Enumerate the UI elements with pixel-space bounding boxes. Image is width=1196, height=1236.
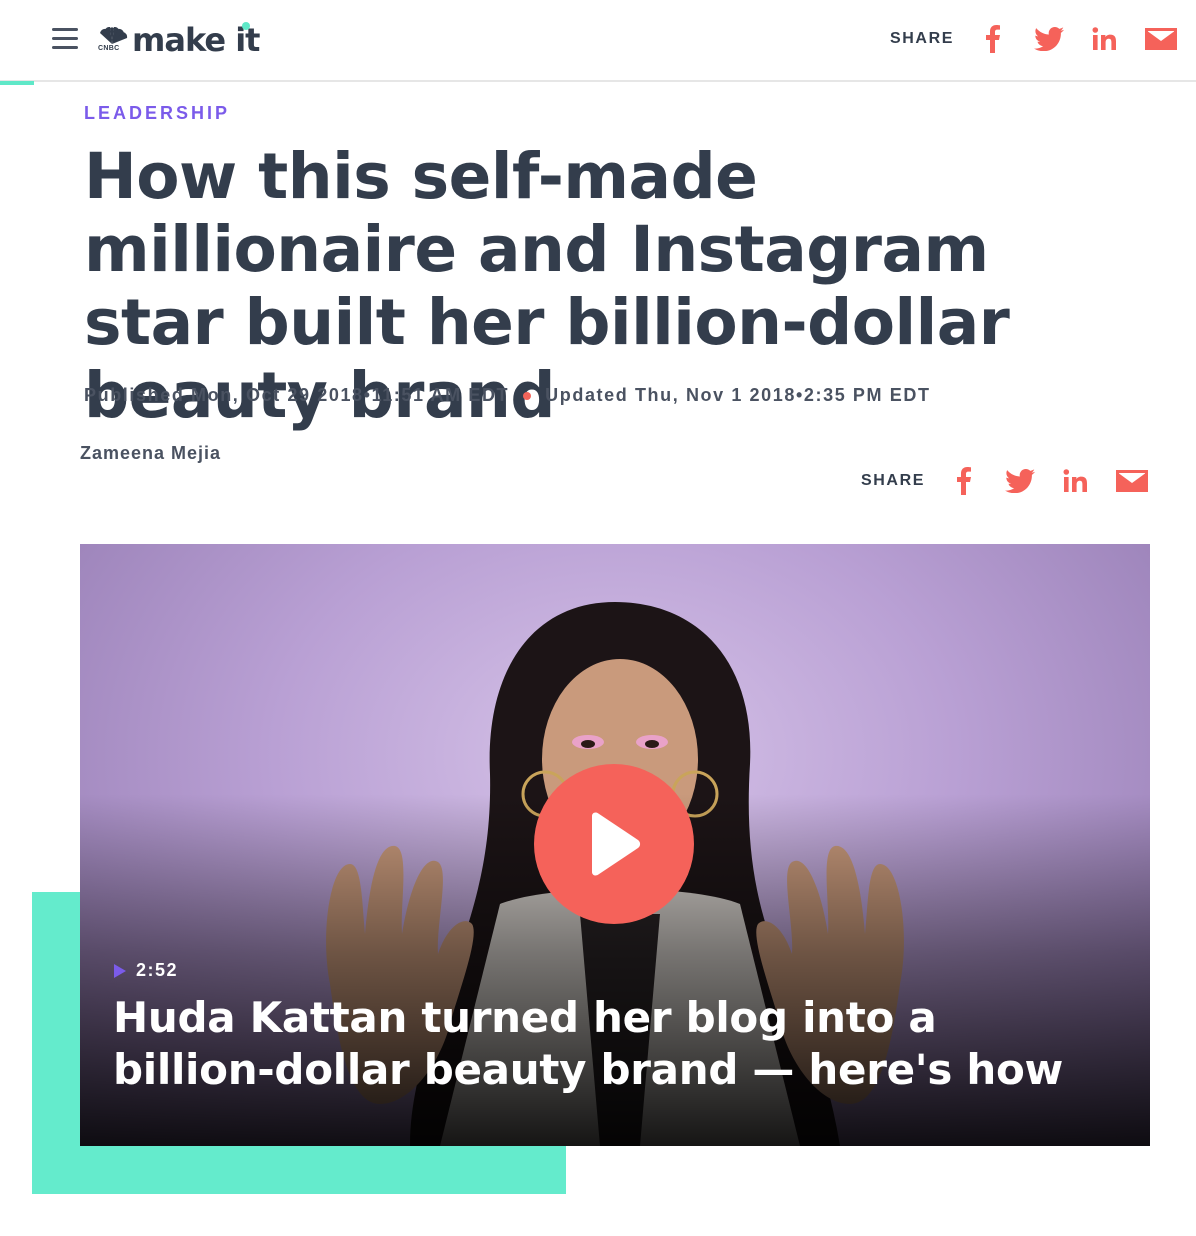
linkedin-icon[interactable]	[1059, 466, 1093, 496]
updated-date: Updated Thu, Nov 1 2018•2:35 PM EDT	[545, 385, 931, 405]
nbc-peacock-icon: CNBC	[96, 26, 128, 53]
nav-progress-accent	[0, 81, 34, 85]
article-dates: Published Mon, Oct 29 2018•11:51 AM EDT …	[84, 385, 931, 406]
top-nav-bar: CNBC make it SHARE	[0, 0, 1196, 82]
linkedin-icon[interactable]	[1088, 24, 1122, 54]
header-share-bar: SHARE	[890, 24, 1178, 54]
twitter-icon[interactable]	[1003, 466, 1037, 496]
hamburger-menu-icon[interactable]	[52, 28, 78, 50]
article-share-bar: SHARE	[861, 466, 1149, 496]
video-title[interactable]: Huda Kattan turned her blog into a billi…	[113, 992, 1073, 1096]
facebook-icon[interactable]	[947, 466, 981, 496]
video-player[interactable]: 2:52 Huda Kattan turned her blog into a …	[80, 544, 1150, 1146]
author-name[interactable]: Zameena Mejia	[80, 443, 221, 464]
cnbc-wordmark: CNBC	[98, 45, 120, 52]
play-button[interactable]	[534, 764, 694, 924]
date-separator-dot	[523, 391, 532, 400]
category-link[interactable]: LEADERSHIP	[84, 103, 230, 124]
share-label: SHARE	[861, 472, 926, 489]
email-icon[interactable]	[1115, 466, 1149, 496]
facebook-icon[interactable]	[976, 24, 1010, 54]
play-icon	[592, 812, 641, 876]
published-date: Published Mon, Oct 29 2018•11:51 AM EDT	[84, 385, 510, 405]
twitter-icon[interactable]	[1032, 24, 1066, 54]
email-icon[interactable]	[1144, 24, 1178, 54]
logo-dot	[242, 22, 250, 30]
duration-text: 2:52	[136, 960, 179, 980]
share-label: SHARE	[890, 30, 955, 47]
small-play-icon	[114, 963, 126, 978]
site-logo[interactable]: CNBC make it	[96, 20, 260, 60]
make-it-wordmark: make it	[132, 21, 260, 59]
video-duration: 2:52	[114, 960, 178, 981]
